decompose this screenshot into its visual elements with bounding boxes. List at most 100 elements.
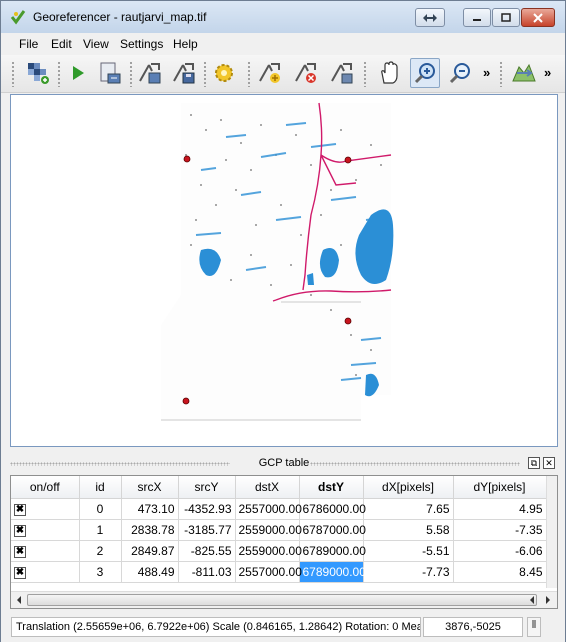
vertical-scroll-area[interactable]	[546, 476, 557, 588]
scanned-topographic-map	[161, 102, 394, 421]
cell-id[interactable]: 0	[79, 498, 122, 520]
cell-srcx[interactable]: 2838.78	[121, 519, 179, 541]
maximize-button[interactable]	[492, 8, 520, 27]
status-bar: Translation (2.55659e+06, 6.7922e+06) Sc…	[1, 612, 565, 642]
column-header-srcx[interactable]: srcX	[121, 476, 179, 499]
cell-dsty[interactable]: 6786000.00	[299, 498, 366, 520]
table-row[interactable]: ✖ 0 473.10 -4352.93 2557000.00 6786000.0…	[11, 498, 547, 520]
toolbar: » »	[1, 55, 565, 93]
transformation-settings-icon[interactable]	[209, 58, 239, 88]
close-button[interactable]	[521, 8, 555, 27]
cell-dstx[interactable]: 2557000.00	[235, 498, 302, 520]
menu-edit[interactable]: Edit	[51, 37, 72, 51]
cell-dx[interactable]: 5.58	[363, 519, 454, 541]
enable-point-checkbox[interactable]: ✖	[14, 504, 26, 516]
save-gcp-icon[interactable]	[169, 58, 199, 88]
cell-srcx[interactable]: 2849.87	[121, 540, 179, 562]
qgis-app-icon	[10, 10, 26, 25]
cell-dy[interactable]: 4.95	[453, 498, 547, 520]
toolbar-overflow-chevron-icon[interactable]: »	[544, 65, 551, 80]
delete-point-icon[interactable]	[291, 58, 321, 88]
open-raster-icon[interactable]	[23, 58, 53, 88]
load-gcp-icon[interactable]	[135, 58, 165, 88]
cell-srcy[interactable]: -825.55	[178, 540, 236, 562]
cell-dsty-selected[interactable]: 6789000.00	[299, 561, 366, 583]
table-row[interactable]: ✖ 3 488.49 -811.03 2557000.00 6789000.00…	[11, 561, 547, 583]
table-row[interactable]: ✖ 2 2849.87 -825.55 2559000.00 6789000.0…	[11, 540, 547, 562]
column-header-srcy[interactable]: srcY	[178, 476, 236, 499]
cell-id[interactable]: 2	[79, 540, 122, 562]
cell-dx[interactable]: -5.51	[363, 540, 454, 562]
close-panel-button[interactable]: ✕	[543, 457, 555, 469]
horizontal-scrollbar[interactable]	[11, 591, 557, 608]
toolbar-grip[interactable]	[57, 61, 61, 87]
column-header-dstx[interactable]: dstX	[235, 476, 300, 499]
georeferencer-window: Georeferencer - rautjarvi_map.tif File E…	[0, 0, 566, 642]
generate-script-icon[interactable]	[95, 58, 125, 88]
cell-srcx[interactable]: 488.49	[121, 561, 179, 583]
enable-point-checkbox[interactable]: ✖	[14, 525, 26, 537]
enable-point-checkbox[interactable]: ✖	[14, 567, 26, 579]
cell-dsty[interactable]: 6787000.00	[299, 519, 366, 541]
gcp-table[interactable]: on/off id srcX srcY dstX dstY dX[pixels]…	[10, 475, 558, 609]
cell-srcy[interactable]: -3185.77	[178, 519, 236, 541]
cell-id[interactable]: 3	[79, 561, 122, 583]
cell-dx[interactable]: -7.73	[363, 561, 454, 583]
pan-icon[interactable]	[374, 58, 404, 88]
dock-grip[interactable]	[310, 462, 520, 466]
menu-file[interactable]: File	[19, 37, 38, 51]
restore-down-icon[interactable]	[415, 8, 445, 27]
cell-dx[interactable]: 7.65	[363, 498, 454, 520]
column-header-dx[interactable]: dX[pixels]	[363, 476, 454, 499]
scrollbar-thumb[interactable]	[27, 594, 537, 606]
minimize-button[interactable]	[463, 8, 491, 27]
cell-dstx[interactable]: 2559000.00	[235, 540, 302, 562]
title-bar[interactable]: Georeferencer - rautjarvi_map.tif	[1, 1, 565, 33]
add-point-icon[interactable]	[255, 58, 285, 88]
menu-view[interactable]: View	[83, 37, 109, 51]
start-georeferencing-icon[interactable]	[63, 58, 93, 88]
table-header-row: on/off id srcX srcY dstX dstY dX[pixels]…	[11, 476, 547, 499]
menu-settings[interactable]: Settings	[120, 37, 163, 51]
cell-dy[interactable]: -7.35	[453, 519, 547, 541]
map-canvas[interactable]	[10, 94, 558, 447]
column-header-onoff[interactable]: on/off	[11, 476, 80, 499]
cell-dsty[interactable]: 6789000.00	[299, 540, 366, 562]
toolbar-grip[interactable]	[499, 61, 503, 87]
move-point-icon[interactable]	[327, 58, 357, 88]
toolbar-grip[interactable]	[247, 61, 251, 87]
float-panel-button[interactable]: ⧉	[528, 457, 540, 469]
raster-map	[161, 102, 394, 421]
column-header-dy[interactable]: dY[pixels]	[453, 476, 547, 499]
enable-point-checkbox[interactable]: ✖	[14, 546, 26, 558]
menu-help[interactable]: Help	[173, 37, 198, 51]
column-header-dsty[interactable]: dstY	[299, 476, 364, 499]
cell-dstx[interactable]: 2559000.00	[235, 519, 302, 541]
scroll-right-icon[interactable]	[541, 593, 555, 607]
scroll-left-icon[interactable]	[12, 593, 26, 607]
cell-dy[interactable]: -6.06	[453, 540, 547, 562]
zoom-in-icon[interactable]	[410, 58, 440, 88]
column-header-id[interactable]: id	[79, 476, 122, 499]
cell-dy[interactable]: 8.45	[453, 561, 547, 583]
transform-status-message: Translation (2.55659e+06, 6.7922e+06) Sc…	[11, 617, 421, 637]
crs-status-icon[interactable]	[527, 617, 541, 637]
scroll-left-icon[interactable]	[525, 593, 539, 607]
toolbar-grip[interactable]	[203, 61, 207, 87]
gcp-table-panel-header[interactable]: GCP table ⧉ ✕	[10, 456, 558, 472]
toolbar-grip[interactable]	[129, 61, 133, 87]
table-row[interactable]: ✖ 1 2838.78 -3185.77 2559000.00 6787000.…	[11, 519, 547, 541]
toolbar-overflow-chevron-icon[interactable]: »	[483, 65, 490, 80]
cell-dstx[interactable]: 2557000.00	[235, 561, 302, 583]
toolbar-grip[interactable]	[11, 61, 15, 87]
cell-srcy[interactable]: -811.03	[178, 561, 236, 583]
link-georeferencer-icon[interactable]	[509, 58, 539, 88]
cell-srcx[interactable]: 473.10	[121, 498, 179, 520]
zoom-out-icon[interactable]	[445, 58, 475, 88]
coordinate-display: 3876,-5025	[423, 617, 523, 637]
toolbar-grip[interactable]	[363, 61, 367, 87]
cell-srcy[interactable]: -4352.93	[178, 498, 236, 520]
menu-bar: File Edit View Settings Help	[1, 34, 565, 54]
cell-id[interactable]: 1	[79, 519, 122, 541]
window-title: Georeferencer - rautjarvi_map.tif	[33, 10, 207, 24]
